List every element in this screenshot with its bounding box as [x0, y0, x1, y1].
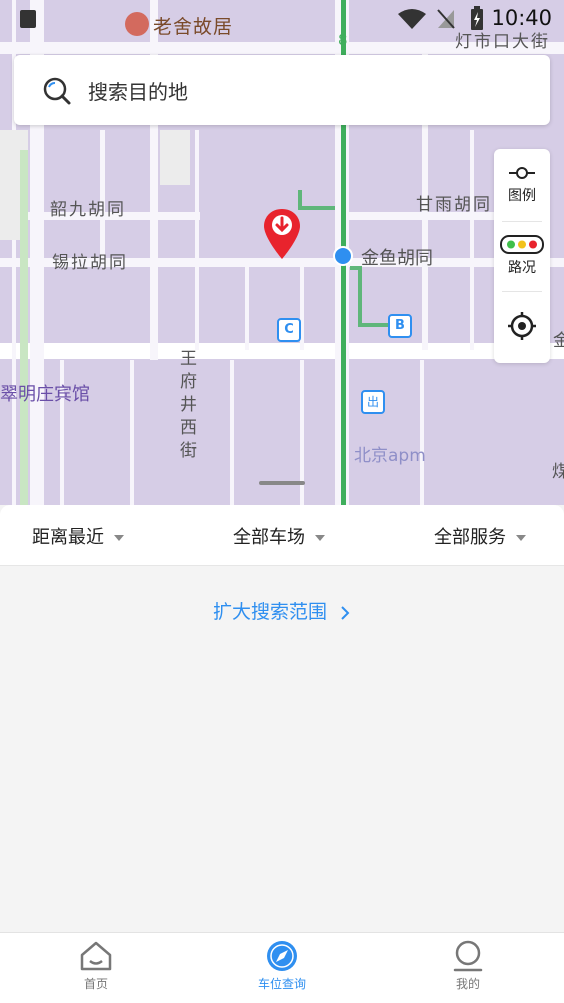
parking-c-badge[interactable]: C — [277, 318, 301, 342]
metro-station-icon[interactable] — [333, 246, 353, 266]
bottom-tab-bar: 首页 车位查询 我的 — [0, 932, 564, 1003]
chevron-down-icon — [114, 535, 124, 541]
chevron-down-icon — [516, 535, 526, 541]
search-bar[interactable]: 搜索目的地 — [14, 55, 550, 125]
profile-icon — [453, 940, 483, 972]
compass-icon — [267, 941, 297, 971]
tab-mine[interactable]: 我的 — [408, 939, 528, 992]
legend-label: 图例 — [508, 188, 536, 204]
street-shaojiu-label: 韶九胡同 — [50, 200, 126, 220]
legend-button[interactable]: 图例 — [494, 163, 550, 205]
distance-filter-label: 距离最近 — [32, 527, 104, 548]
traffic-button[interactable]: 路况 — [494, 235, 550, 277]
lots-filter[interactable]: 全部车场 — [233, 523, 325, 549]
controls-divider — [502, 221, 542, 222]
app-notification-icon — [20, 10, 36, 28]
tab-parking-label: 车位查询 — [257, 977, 306, 991]
exit-badge[interactable]: 出 — [361, 390, 385, 414]
home-icon — [80, 941, 112, 971]
location-marker-icon[interactable] — [262, 207, 302, 261]
lots-filter-label: 全部车场 — [233, 527, 305, 548]
street-ganyu-label: 甘雨胡同 — [416, 195, 492, 215]
expand-search-label: 扩大搜索范围 — [212, 601, 327, 623]
chevron-right-icon — [341, 605, 350, 620]
status-bar: 10:40 — [0, 0, 564, 36]
drag-handle[interactable] — [259, 481, 305, 485]
chevron-down-icon — [315, 535, 325, 541]
tab-parking[interactable]: 车位查询 — [222, 939, 342, 992]
locate-icon — [508, 312, 536, 340]
services-filter-label: 全部服务 — [434, 527, 506, 548]
tab-home[interactable]: 首页 — [36, 939, 156, 992]
poi-cuiming-label[interactable]: 翠明庄宾馆 — [0, 380, 90, 406]
street-jinyu-label: 金鱼胡同 — [361, 248, 433, 269]
filter-bar: 距离最近 全部车场 全部服务 — [0, 505, 564, 566]
controls-divider — [502, 291, 542, 292]
search-icon — [43, 77, 71, 105]
clock: 10:40 — [491, 6, 552, 30]
legend-icon — [509, 167, 535, 179]
map-controls: 图例 路况 — [494, 149, 550, 363]
street-wangfujing-label: 王府井西街 — [180, 349, 197, 461]
traffic-label: 路况 — [508, 260, 536, 276]
parking-b-badge[interactable]: B — [388, 314, 412, 338]
services-filter[interactable]: 全部服务 — [434, 523, 526, 549]
street-xila-label: 锡拉胡同 — [52, 253, 128, 273]
distance-filter[interactable]: 距离最近 — [32, 523, 124, 549]
tab-mine-label: 我的 — [455, 977, 480, 991]
no-signal-icon — [437, 9, 455, 29]
tab-home-label: 首页 — [83, 977, 108, 991]
poi-apm-label[interactable]: 北京apm — [354, 441, 426, 466]
expand-search-link[interactable]: 扩大搜索范围 — [0, 597, 564, 624]
wifi-icon — [398, 9, 426, 29]
traffic-light-icon — [500, 235, 544, 254]
poi-mei-label: 煤 — [552, 462, 564, 482]
battery-charging-icon — [471, 6, 483, 30]
locate-button[interactable] — [494, 311, 550, 341]
street-jin-label: 金 — [553, 331, 564, 351]
search-placeholder: 搜索目的地 — [88, 80, 188, 104]
